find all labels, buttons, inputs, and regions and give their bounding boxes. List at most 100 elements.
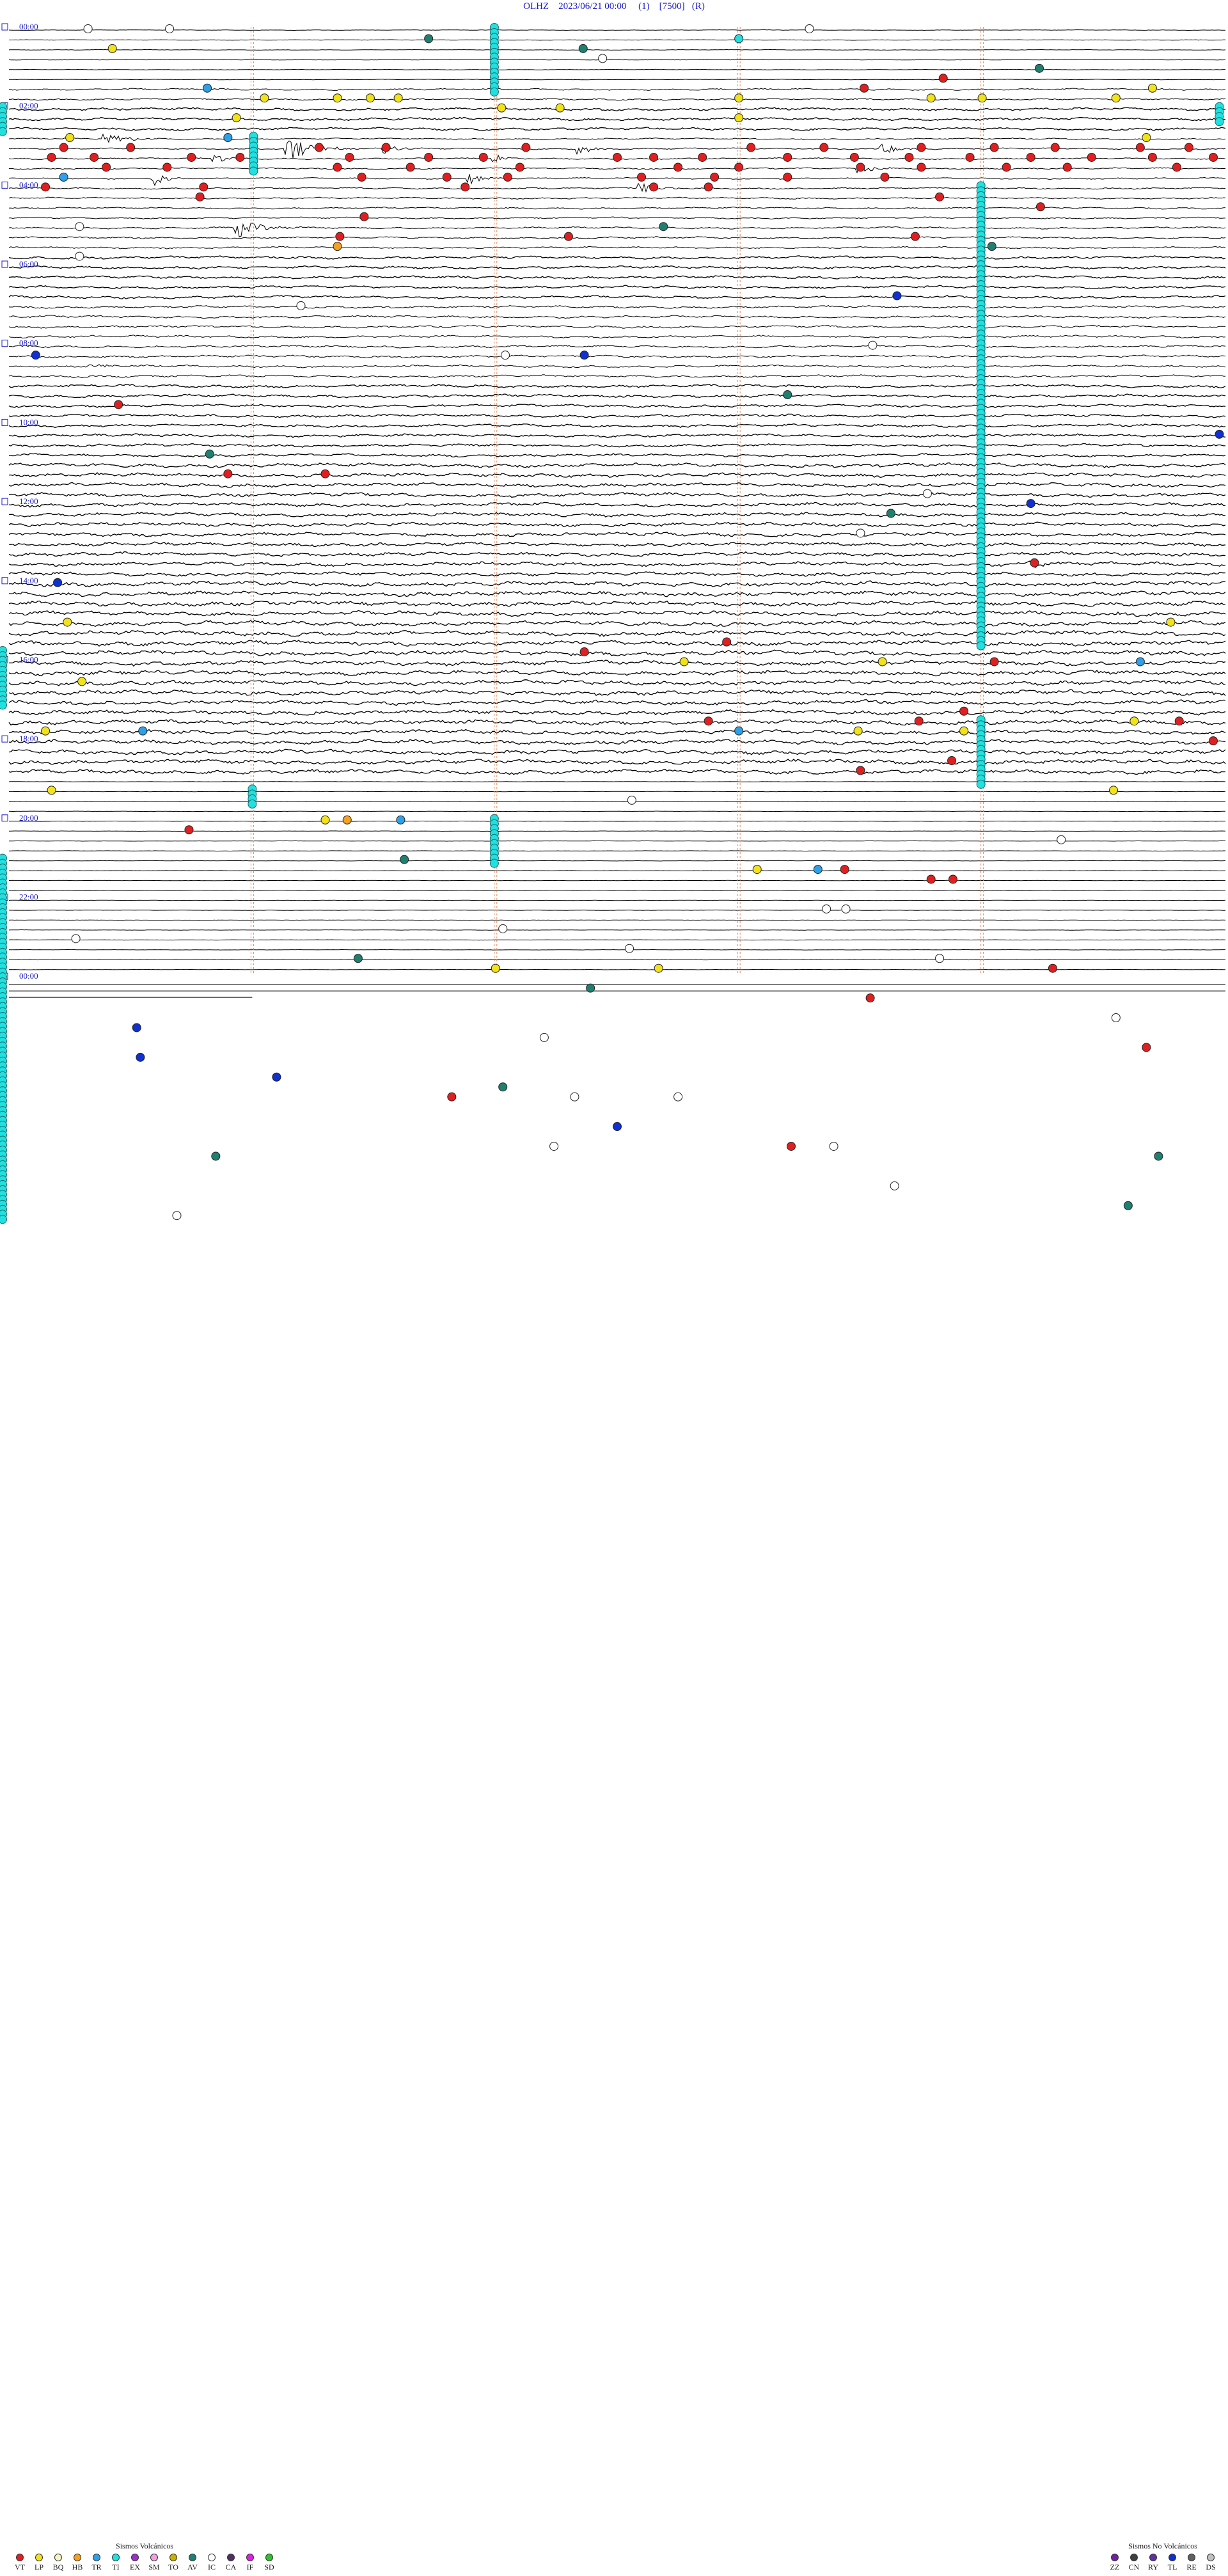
hour-tick-box — [1, 181, 8, 189]
event-VT — [722, 637, 732, 647]
event-VT — [162, 162, 172, 172]
legend-item-lp: LP — [32, 2554, 46, 2572]
legend-item-sd: SD — [262, 2554, 276, 2572]
event-LP — [65, 133, 75, 143]
legend-swatch-ca — [227, 2554, 235, 2561]
legend-swatch-ry — [1149, 2554, 1157, 2561]
legend-item-ry: RY — [1146, 2554, 1160, 2572]
legend-swatch-re — [1188, 2554, 1195, 2561]
legend-code-ti: TI — [112, 2563, 120, 2572]
event-VT — [460, 182, 470, 192]
legend-swatch-tl — [1169, 2554, 1176, 2561]
event-TR — [203, 83, 212, 93]
legend-item-hb: HB — [70, 2554, 84, 2572]
legend-item-ca: CA — [224, 2554, 238, 2572]
trace-row-20 — [8, 223, 1226, 237]
legend-code-ca: CA — [225, 2563, 237, 2572]
event-VT — [856, 162, 865, 172]
event-VT — [333, 162, 342, 172]
event-VT — [865, 993, 875, 1003]
trace-row-39 — [8, 413, 1226, 418]
legend-volcanic: Sismos Volcánicos VT LP BQ HB TR TI EX SM TO AV IC… — [13, 2541, 276, 2572]
legend-item-to: TO — [166, 2554, 180, 2572]
legend-item-sm: SM — [147, 2554, 161, 2572]
event-AV — [353, 954, 363, 963]
event-VT — [698, 152, 707, 162]
legend-swatch-hb — [74, 2554, 81, 2561]
trace-row-2 — [8, 49, 1226, 51]
legend-item-cn: CN — [1127, 2554, 1141, 2572]
legend-item-ic: IC — [205, 2554, 219, 2572]
event-LP — [679, 657, 689, 667]
event-IC — [805, 24, 814, 33]
event-TL — [31, 351, 40, 360]
event-LP — [1166, 617, 1176, 627]
event-IC — [890, 1181, 899, 1190]
event-VT — [1174, 716, 1184, 726]
event-TL — [613, 1122, 622, 1132]
event-TR — [138, 726, 148, 736]
trace-row-56 — [8, 580, 1225, 588]
event-IC — [296, 301, 306, 310]
event-VT — [1208, 152, 1218, 162]
event-IC — [625, 944, 634, 953]
trace-row-27 — [8, 295, 1226, 299]
event-VT — [335, 232, 345, 241]
legend-item-tl: TL — [1165, 2554, 1179, 2572]
hour-label: 10:00 — [19, 417, 38, 427]
trace-row-73 — [8, 748, 1226, 755]
event-IC — [75, 251, 84, 261]
event-IC — [549, 1141, 559, 1151]
trace-row-58 — [8, 600, 1226, 607]
event-TR — [396, 815, 405, 825]
legend-code-tr: TR — [91, 2563, 102, 2572]
trace-row-55 — [8, 571, 1226, 577]
event-IC — [822, 904, 831, 913]
trace-row-75 — [8, 768, 1226, 775]
legend-code-sm: SM — [148, 2563, 160, 2572]
legend-code-tl: TL — [1167, 2563, 1177, 2572]
legend-code-ds: DS — [1206, 2563, 1216, 2572]
trace-row-14 — [8, 164, 1226, 174]
events — [31, 24, 1224, 1221]
legend-swatch-cn — [1130, 2554, 1138, 2561]
trace-row-36 — [8, 383, 1226, 388]
event-VT — [917, 143, 926, 152]
event-IC — [539, 1032, 549, 1042]
event-VT — [965, 152, 975, 162]
trace-row-21 — [8, 236, 1226, 240]
event-AV — [886, 509, 895, 518]
event-TL — [892, 291, 902, 301]
event-VT — [947, 756, 957, 766]
event-IC — [83, 24, 93, 33]
trace-row-62 — [8, 640, 1226, 647]
event-LP — [926, 93, 936, 103]
event-LP — [47, 786, 56, 795]
event-VT — [649, 152, 659, 162]
trace-row-52 — [8, 541, 1226, 548]
event-IC — [598, 54, 608, 63]
event-AV — [205, 449, 214, 459]
trace-row-10 — [8, 127, 1226, 131]
event-VT — [917, 162, 926, 172]
legend-item-zz: ZZ — [1108, 2554, 1122, 2572]
trace-row-25 — [8, 275, 1226, 280]
event-TI — [489, 87, 499, 97]
event-AV — [578, 43, 588, 53]
legend-item-if: IF — [243, 2554, 257, 2572]
trace-row-33 — [8, 354, 1226, 359]
trace-row-91 — [8, 929, 1226, 931]
event-VT — [786, 1141, 796, 1151]
event-IC — [570, 1092, 579, 1102]
trace-row-19 — [9, 216, 1226, 220]
legend-swatch-ex — [131, 2554, 139, 2561]
event-LP — [959, 726, 969, 736]
trace-row-68 — [8, 699, 1226, 706]
event-TI — [248, 799, 257, 809]
event-TL — [272, 1072, 281, 1082]
hour-tick-box — [1, 340, 8, 347]
event-VT — [914, 716, 924, 726]
event-VT — [579, 647, 589, 656]
event-LP — [232, 113, 241, 123]
legend-item-ds: DS — [1204, 2554, 1218, 2572]
